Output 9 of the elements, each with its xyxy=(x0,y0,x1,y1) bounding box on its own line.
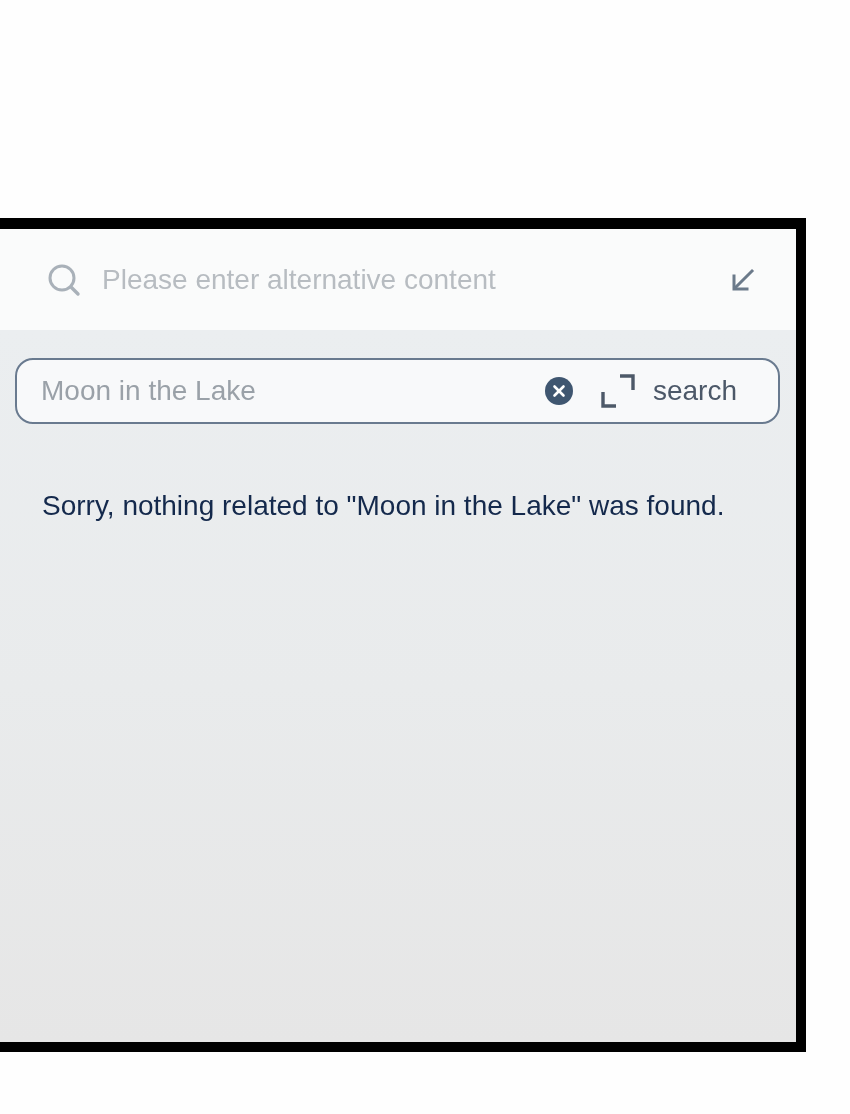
clear-icon[interactable] xyxy=(544,377,573,405)
no-results-message: Sorry, nothing related to "Moon in the Lake" was found. xyxy=(42,490,726,522)
search-icon xyxy=(47,262,81,297)
search-input[interactable]: Please enter alternative content xyxy=(102,260,731,299)
search-field[interactable]: Moon in the Lake search xyxy=(15,358,780,424)
corner-brackets-icon[interactable] xyxy=(600,374,635,408)
collapse-arrow-icon[interactable] xyxy=(731,267,755,292)
search-button[interactable]: search xyxy=(652,371,737,411)
top-search-bar[interactable]: Please enter alternative content xyxy=(0,229,796,330)
